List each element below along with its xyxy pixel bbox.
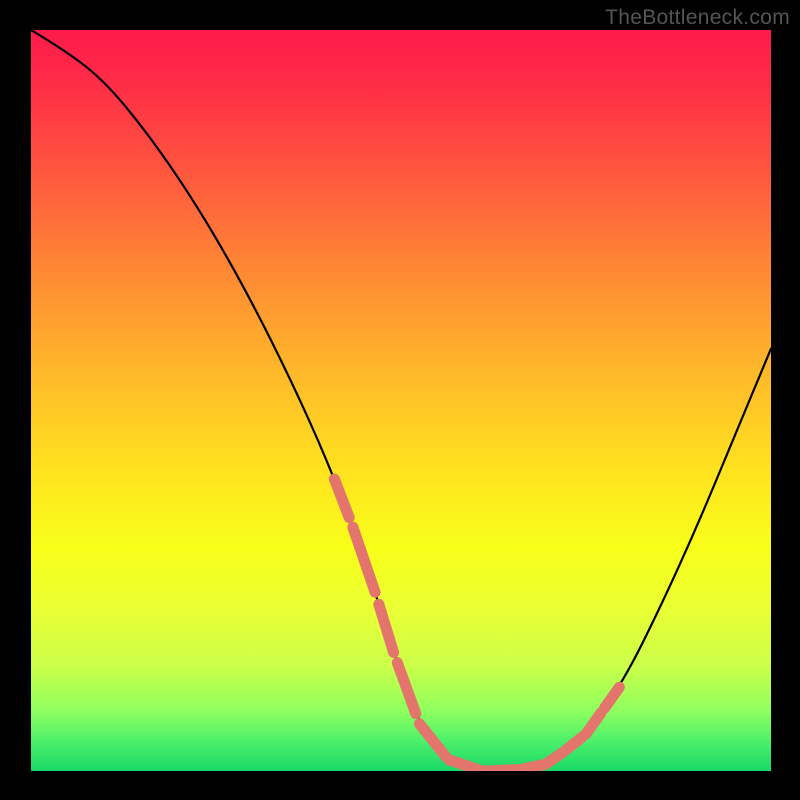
chart-svg xyxy=(31,30,771,771)
highlight-dash xyxy=(449,760,482,771)
highlight-dash xyxy=(586,713,601,734)
highlight-dash xyxy=(605,687,620,708)
highlight-dash xyxy=(379,604,394,652)
highlight-dash xyxy=(420,724,446,756)
highlight-dash xyxy=(486,770,519,771)
chart-plot-area xyxy=(31,30,771,771)
highlight-dash xyxy=(353,527,375,592)
chart-frame: TheBottleneck.com xyxy=(0,0,800,800)
highlight-dash xyxy=(334,479,349,518)
highlight-dash xyxy=(545,752,564,765)
highlight-dash xyxy=(397,663,416,714)
attribution-label: TheBottleneck.com xyxy=(605,6,790,30)
highlight-dash xyxy=(523,765,542,769)
highlight-dashes xyxy=(334,479,619,771)
highlight-dash xyxy=(568,737,583,749)
